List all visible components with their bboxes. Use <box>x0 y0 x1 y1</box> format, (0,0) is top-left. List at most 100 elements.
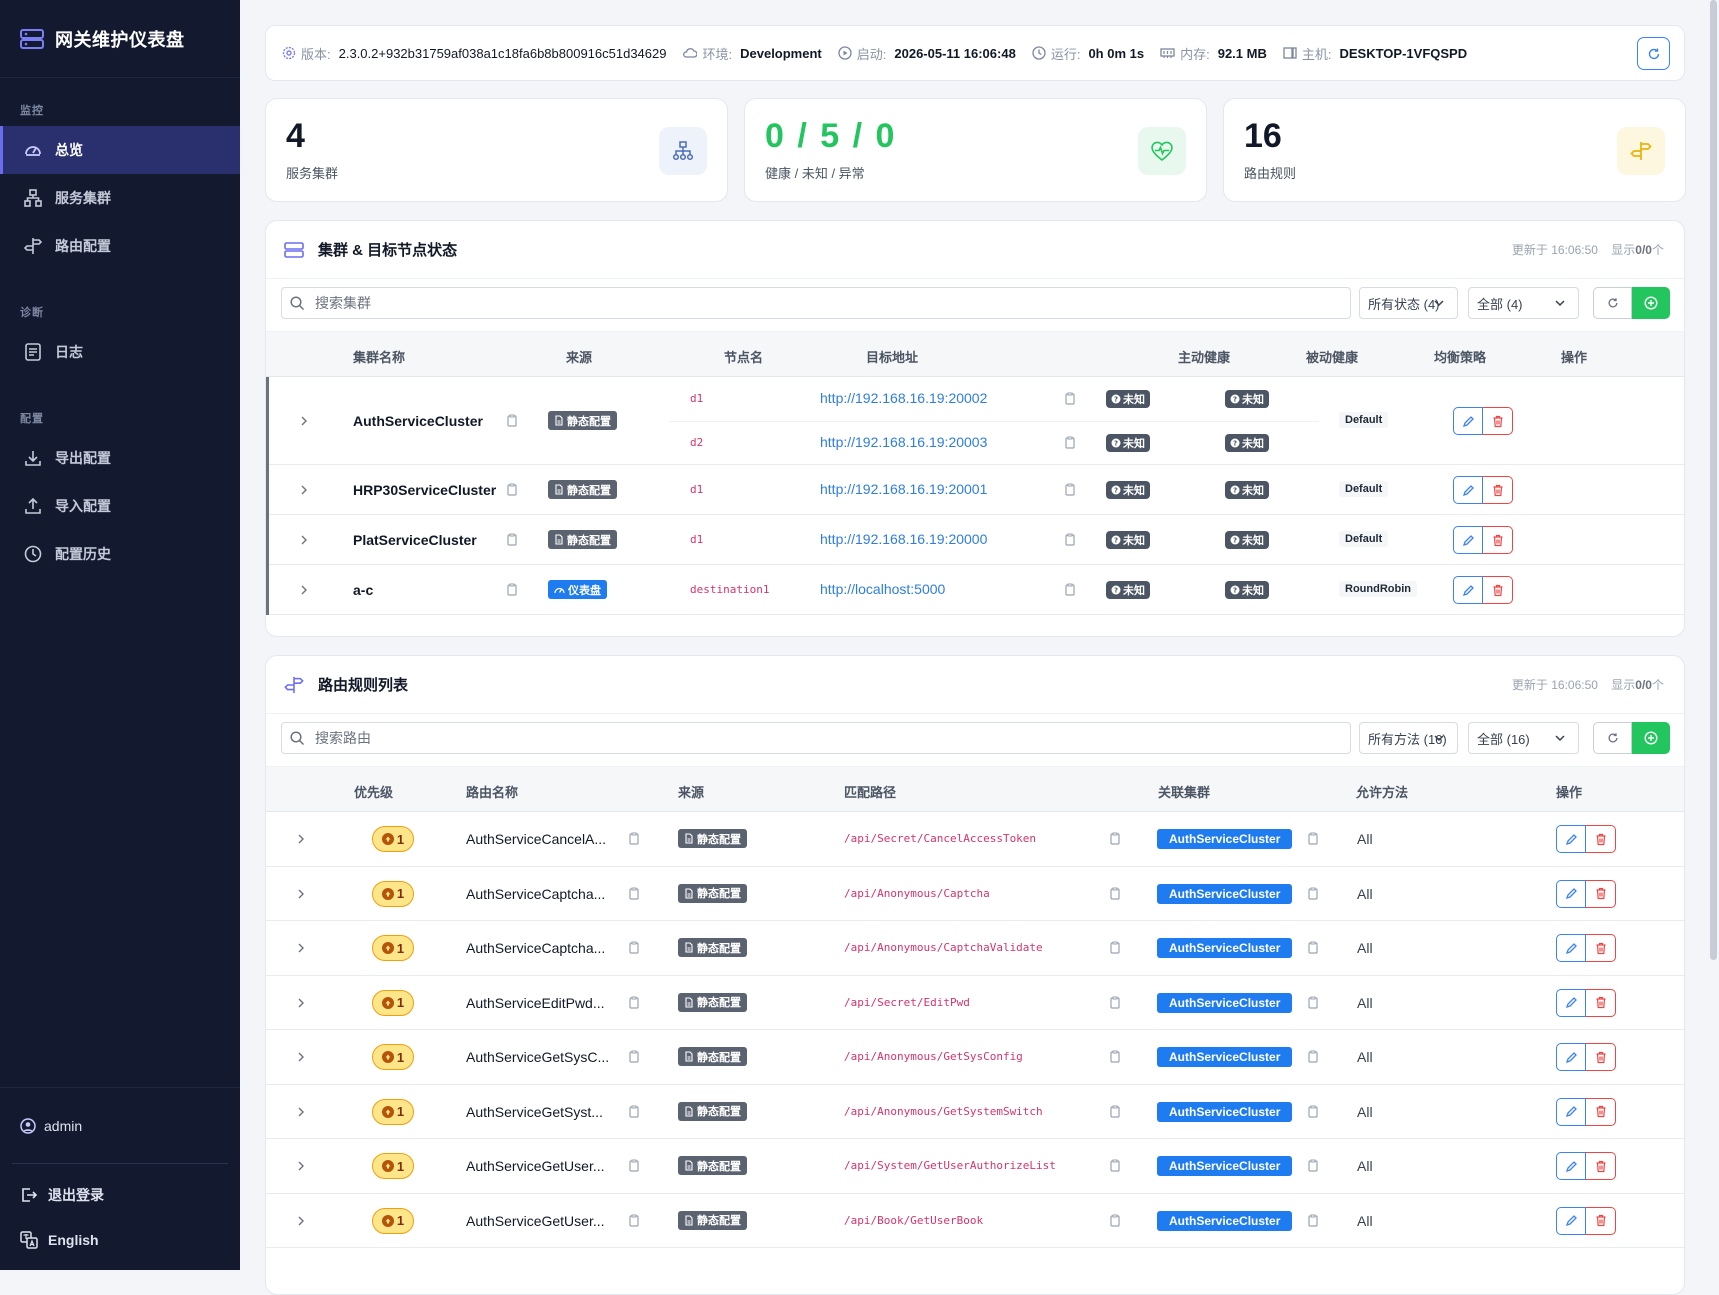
chevron-right-icon[interactable] <box>296 1215 306 1227</box>
edit-button[interactable] <box>1453 526 1483 554</box>
copy-icon[interactable] <box>1064 436 1076 449</box>
copy-icon[interactable] <box>506 533 518 546</box>
nav-item-import[interactable]: 导入配置 <box>0 482 240 530</box>
copy-icon[interactable] <box>1109 941 1121 954</box>
nav-item-clusters[interactable]: 服务集群 <box>0 174 240 222</box>
status-filter-select[interactable]: 所有状态 (4) <box>1359 287 1458 319</box>
delete-button[interactable] <box>1586 825 1616 853</box>
copy-icon[interactable] <box>1109 887 1121 900</box>
edit-button[interactable] <box>1556 1097 1586 1126</box>
copy-icon[interactable] <box>1307 1159 1319 1172</box>
cluster-search-input[interactable]: 搜索集群 <box>281 287 1351 319</box>
nav-item-history[interactable]: 配置历史 <box>0 530 240 578</box>
copy-icon[interactable] <box>1109 1050 1121 1063</box>
edit-button[interactable] <box>1556 1043 1586 1071</box>
copy-icon[interactable] <box>1109 1159 1121 1172</box>
delete-button[interactable] <box>1586 879 1616 908</box>
cluster-link-badge[interactable]: AuthServiceCluster <box>1157 883 1293 904</box>
edit-button[interactable] <box>1556 934 1586 962</box>
copy-icon[interactable] <box>628 832 640 845</box>
route-search-input[interactable]: 搜索路由 <box>281 722 1351 754</box>
chevron-right-icon[interactable] <box>296 997 306 1009</box>
copy-icon[interactable] <box>628 1159 640 1172</box>
delete-button[interactable] <box>1586 988 1616 1017</box>
chevron-right-icon[interactable] <box>299 584 309 596</box>
refresh-routes-button[interactable] <box>1593 722 1632 754</box>
edit-button[interactable] <box>1556 1152 1586 1180</box>
copy-icon[interactable] <box>1307 996 1319 1009</box>
chevron-right-icon[interactable] <box>296 1051 306 1063</box>
cluster-link-badge[interactable]: AuthServiceCluster <box>1157 1101 1293 1122</box>
add-cluster-button[interactable] <box>1632 287 1670 319</box>
cluster-link-badge[interactable]: AuthServiceCluster <box>1157 992 1293 1013</box>
copy-icon[interactable] <box>1064 533 1076 546</box>
copy-icon[interactable] <box>628 887 640 900</box>
delete-button[interactable] <box>1483 576 1513 604</box>
copy-icon[interactable] <box>1109 996 1121 1009</box>
copy-icon[interactable] <box>628 1214 640 1227</box>
copy-icon[interactable] <box>1064 583 1076 596</box>
edit-button[interactable] <box>1556 879 1586 908</box>
chevron-right-icon[interactable] <box>299 534 309 546</box>
delete-button[interactable] <box>1483 526 1513 554</box>
chevron-right-icon[interactable] <box>299 484 309 496</box>
nav-item-logs[interactable]: 日志 <box>0 328 240 376</box>
edit-button[interactable] <box>1556 988 1586 1017</box>
copy-icon[interactable] <box>628 996 640 1009</box>
add-route-button[interactable] <box>1632 722 1670 754</box>
copy-icon[interactable] <box>1109 832 1121 845</box>
chevron-right-icon[interactable] <box>296 1106 306 1118</box>
nav-item-export[interactable]: 导出配置 <box>0 434 240 482</box>
copy-icon[interactable] <box>1064 392 1076 405</box>
nav-item-overview[interactable]: 总览 <box>0 126 240 174</box>
target-url-link[interactable]: http://192.168.16.19:20000 <box>820 531 987 547</box>
refresh-info-button[interactable] <box>1637 37 1670 70</box>
delete-button[interactable] <box>1586 1097 1616 1126</box>
delete-button[interactable] <box>1586 1043 1616 1071</box>
copy-icon[interactable] <box>1109 1214 1121 1227</box>
copy-icon[interactable] <box>628 1050 640 1063</box>
chevron-right-icon[interactable] <box>296 942 306 954</box>
target-url-link[interactable]: http://192.168.16.19:20003 <box>820 434 987 450</box>
copy-icon[interactable] <box>1307 941 1319 954</box>
copy-icon[interactable] <box>1307 1105 1319 1118</box>
chevron-right-icon[interactable] <box>296 1160 306 1172</box>
cluster-link-badge[interactable]: AuthServiceCluster <box>1157 1156 1293 1176</box>
language-button[interactable]: English <box>0 1217 240 1262</box>
refresh-clusters-button[interactable] <box>1593 287 1632 319</box>
copy-icon[interactable] <box>506 414 518 427</box>
target-url-link[interactable]: http://localhost:5000 <box>820 581 945 597</box>
chevron-right-icon[interactable] <box>296 833 306 845</box>
delete-button[interactable] <box>1483 476 1513 504</box>
copy-icon[interactable] <box>1307 1050 1319 1063</box>
page-scrollbar[interactable] <box>1710 0 1717 960</box>
delete-button[interactable] <box>1586 1152 1616 1180</box>
edit-button[interactable] <box>1556 1206 1586 1235</box>
chevron-right-icon[interactable] <box>299 415 309 427</box>
chevron-right-icon[interactable] <box>296 888 306 900</box>
edit-button[interactable] <box>1556 825 1586 853</box>
scope-filter-select[interactable]: 全部 (4) <box>1468 287 1579 319</box>
copy-icon[interactable] <box>628 1105 640 1118</box>
copy-icon[interactable] <box>506 483 518 496</box>
copy-icon[interactable] <box>1307 887 1319 900</box>
cluster-link-badge[interactable]: AuthServiceCluster <box>1157 1210 1293 1231</box>
delete-button[interactable] <box>1586 1206 1616 1235</box>
cluster-link-badge[interactable]: AuthServiceCluster <box>1157 1047 1293 1067</box>
copy-icon[interactable] <box>1307 1214 1319 1227</box>
edit-button[interactable] <box>1453 407 1483 435</box>
delete-button[interactable] <box>1586 934 1616 962</box>
edit-button[interactable] <box>1453 576 1483 604</box>
cluster-link-badge[interactable]: AuthServiceCluster <box>1157 829 1293 849</box>
nav-item-routes[interactable]: 路由配置 <box>0 222 240 270</box>
copy-icon[interactable] <box>1109 1105 1121 1118</box>
copy-icon[interactable] <box>628 941 640 954</box>
copy-icon[interactable] <box>506 583 518 596</box>
delete-button[interactable] <box>1483 407 1513 435</box>
copy-icon[interactable] <box>1307 832 1319 845</box>
target-url-link[interactable]: http://192.168.16.19:20001 <box>820 481 987 497</box>
edit-button[interactable] <box>1453 476 1483 504</box>
copy-icon[interactable] <box>1064 483 1076 496</box>
scope-filter-select[interactable]: 全部 (16) <box>1468 722 1579 754</box>
method-filter-select[interactable]: 所有方法 (16) <box>1359 722 1458 754</box>
